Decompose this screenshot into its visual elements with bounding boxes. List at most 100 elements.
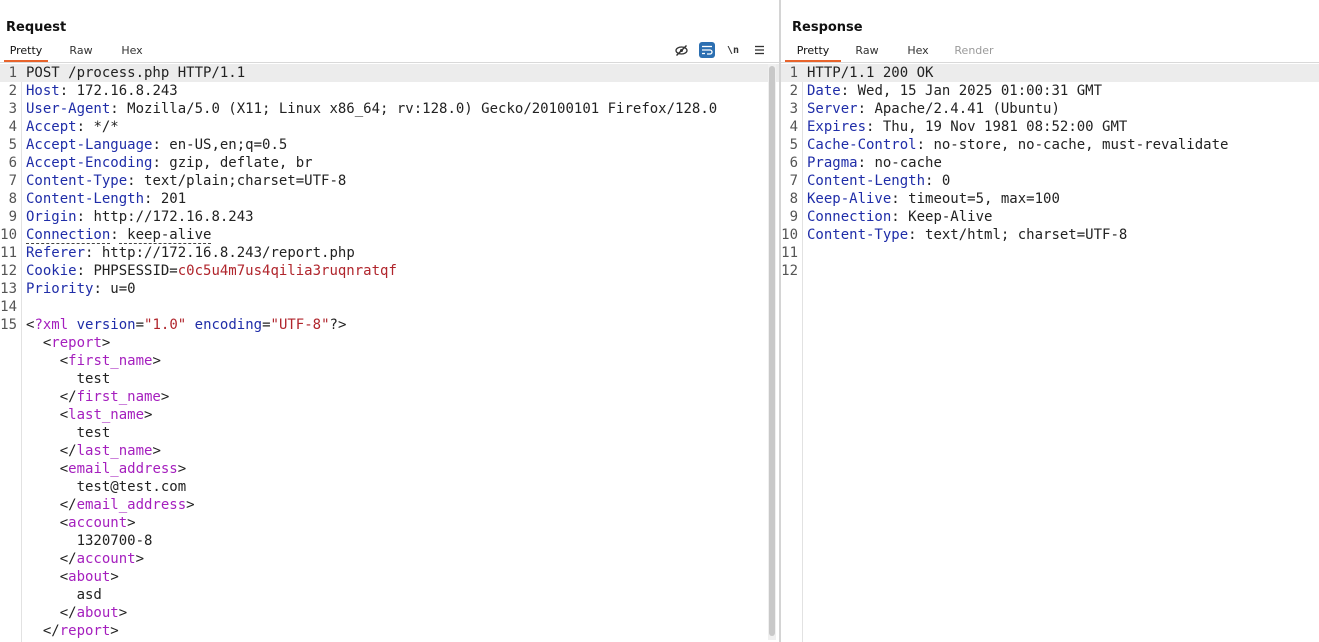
xml-tag: report <box>59 623 111 639</box>
header-colon: : <box>152 137 161 153</box>
code-line: 15 <?xml version="1.0" encoding="UTF-8"?> <box>0 316 779 334</box>
xml-bracket: > <box>110 569 119 585</box>
xml-text: test <box>26 425 111 441</box>
xml-tag: last_name <box>68 407 145 423</box>
xml-bracket: > <box>110 623 119 639</box>
header-value: timeout=5, max=100 <box>899 191 1060 207</box>
header-value: u=0 <box>101 281 136 297</box>
header-value: 172.16.8.243 <box>68 83 178 99</box>
indent: < <box>26 515 69 531</box>
header-value: text/plain;charset=UTF-8 <box>135 173 347 189</box>
tab-response-pretty[interactable]: Pretty <box>785 42 841 63</box>
code-line: 1320700-8 <box>0 532 779 550</box>
line-number: 6 <box>789 155 798 171</box>
request-editor[interactable]: 1 POST /process.php HTTP/1.1 2 Host: 172.16… <box>0 64 779 642</box>
xml-text: 1320700-8 <box>26 533 153 549</box>
line-content: test@test.com <box>26 478 187 496</box>
xml-decl-name: ?xml <box>34 317 69 333</box>
line-content: Pragma: no-cache <box>807 154 942 172</box>
line-number: 2 <box>789 83 798 99</box>
eq: = <box>135 317 145 333</box>
header-name: Content-Length <box>807 173 926 189</box>
header-name: Accept-Language <box>26 137 153 153</box>
tab-response-raw[interactable]: Raw <box>847 42 887 60</box>
tab-request-pretty[interactable]: Pretty <box>4 42 48 63</box>
code-line: 2 Host: 172.16.8.243 <box>0 82 779 100</box>
line-content: Keep-Alive: timeout=5, max=100 <box>807 190 1060 208</box>
tab-response-render[interactable]: Render <box>949 42 999 60</box>
xml-bracket: > <box>186 497 195 513</box>
indent: </ <box>26 623 60 639</box>
xml-text: asd <box>26 587 102 603</box>
response-tabs-divider <box>781 62 1319 63</box>
line-content: Priority: u=0 <box>26 280 136 298</box>
xml-tag: email_address <box>68 461 178 477</box>
request-tabs-divider <box>0 62 779 63</box>
menu-icon[interactable] <box>751 42 767 58</box>
code-line: <first_name> <box>0 352 779 370</box>
line-number: 6 <box>8 155 17 171</box>
xml-tag: report <box>51 335 102 351</box>
xml-bracket: > <box>160 389 170 405</box>
line-content: <last_name> <box>26 406 153 424</box>
xml-text: test <box>26 371 111 387</box>
indent: < <box>26 461 69 477</box>
code-line: 2 Date: Wed, 15 Jan 2025 01:00:31 GMT <box>781 82 1319 100</box>
code-line: 5 Cache-Control: no-store, no-cache, must… <box>781 136 1319 154</box>
request-scrollbar-thumb[interactable] <box>769 66 775 636</box>
header-value: Wed, 15 Jan 2025 01:00:31 GMT <box>849 83 1103 99</box>
request-scrollbar[interactable] <box>768 64 776 640</box>
indent: </ <box>26 605 77 621</box>
line-number: 3 <box>8 101 17 117</box>
indent: </ <box>26 443 77 459</box>
code-line: <report> <box>0 334 779 352</box>
line-number: 8 <box>789 191 798 207</box>
header-value: http://172.16.8.243/report.php <box>93 245 355 261</box>
line-content: <?xml version="1.0" encoding="UTF-8"?> <box>26 316 346 334</box>
header-name: Content-Length <box>26 191 145 207</box>
code-line: 7 Content-Length: 0 <box>781 172 1319 190</box>
line-content: </about> <box>26 604 127 622</box>
code-line: 6 Accept-Encoding: gzip, deflate, br <box>0 154 779 172</box>
line-content: Accept-Language: en-US,en;q=0.5 <box>26 136 287 154</box>
code-line: <about> <box>0 568 779 586</box>
code-line: </account> <box>0 550 779 568</box>
line-number: 15 <box>0 317 17 333</box>
line-content: Content-Type: text/html; charset=UTF-8 <box>807 226 1127 244</box>
line-content: Date: Wed, 15 Jan 2025 01:00:31 GMT <box>807 82 1102 100</box>
line-number: 11 <box>781 245 798 261</box>
code-line: </email_address> <box>0 496 779 514</box>
line-content: Content-Type: text/plain;charset=UTF-8 <box>26 172 346 190</box>
line-number: 8 <box>8 191 17 207</box>
xml-bracket: > <box>152 443 161 459</box>
line-content: HTTP/1.1 200 OK <box>807 64 933 82</box>
newline-icon[interactable]: \n <box>725 42 741 58</box>
response-editor[interactable]: 1 HTTP/1.1 200 OK 2 Date: Wed, 15 Jan 2025 … <box>781 64 1319 642</box>
header-colon: : <box>908 227 917 243</box>
code-line: 14 <box>0 298 779 316</box>
header-colon: : <box>76 209 86 225</box>
xml-tag: account <box>68 515 128 531</box>
tab-request-hex[interactable]: Hex <box>112 42 152 60</box>
eye-slash-icon[interactable] <box>673 42 689 58</box>
header-name: Expires <box>807 119 867 135</box>
tab-request-raw[interactable]: Raw <box>60 42 102 60</box>
line-content: Cache-Control: no-store, no-cache, must-… <box>807 136 1228 154</box>
header-colon: : <box>110 101 119 117</box>
xml-bracket: > <box>101 335 111 351</box>
line-content: </last_name> <box>26 442 161 460</box>
xml-tag: email_address <box>76 497 187 513</box>
code-line: 5 Accept-Language: en-US,en;q=0.5 <box>0 136 779 154</box>
header-value: gzip, deflate, br <box>160 155 313 171</box>
header-value: http://172.16.8.243 <box>85 209 254 225</box>
tab-response-hex[interactable]: Hex <box>899 42 937 60</box>
line-number: 9 <box>8 209 17 225</box>
wrap-icon[interactable] <box>699 42 715 58</box>
line-number: 14 <box>0 299 17 315</box>
header-colon: : <box>76 263 86 279</box>
header-name: Pragma <box>807 155 858 171</box>
header-name: Host <box>26 83 60 99</box>
header-value: PHPSESSID= <box>85 263 178 279</box>
code-line: asd <box>0 586 779 604</box>
xml-text: test@test.com <box>26 479 187 495</box>
